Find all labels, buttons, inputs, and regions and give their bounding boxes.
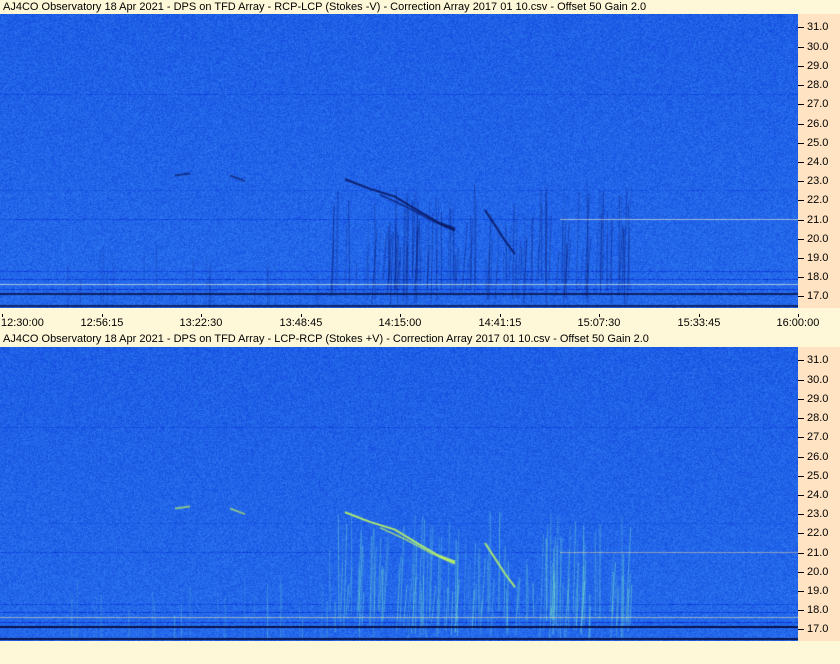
y-tick — [798, 610, 804, 611]
y-tick-label: 23.0 — [807, 508, 829, 520]
y-tick — [798, 399, 804, 400]
x-tick-label: 14:15:00 — [378, 317, 422, 329]
y-tick-label: 27.0 — [807, 431, 829, 443]
y-tick — [798, 380, 804, 381]
y-tick — [798, 591, 804, 592]
y-tick — [798, 629, 804, 630]
y-tick-label: 25.0 — [807, 137, 829, 149]
y-tick — [798, 239, 804, 240]
spectrogram-top — [0, 14, 798, 308]
y-tick-label: 31.0 — [807, 21, 829, 33]
y-tick — [798, 457, 804, 458]
y-tick-label: 28.0 — [807, 412, 829, 424]
y-tick-label: 27.0 — [807, 98, 829, 110]
y-tick — [798, 66, 804, 67]
y-tick-label: 31.0 — [807, 354, 829, 366]
y-tick — [798, 162, 804, 163]
y-tick-label: 19.0 — [807, 585, 829, 597]
y-tick — [798, 143, 804, 144]
y-tick — [798, 514, 804, 515]
y-tick — [798, 258, 804, 259]
y-tick — [798, 418, 804, 419]
y-tick — [798, 476, 804, 477]
x-tick-label: 13:48:45 — [279, 317, 323, 329]
x-tick-label: 16:00:00 — [776, 317, 820, 329]
y-tick — [798, 200, 804, 201]
frequency-axis-bottom: 31.0 30.0 29.0 28.0 27.0 26.0 25.0 24.0 23.0 22.0… — [798, 347, 840, 641]
y-tick — [798, 277, 804, 278]
y-tick — [798, 360, 804, 361]
y-tick-label: 29.0 — [807, 393, 829, 405]
y-tick — [798, 85, 804, 86]
x-tick-label: 12:30:00 — [1, 317, 44, 329]
y-tick-label: 22.0 — [807, 194, 829, 206]
y-tick — [798, 220, 804, 221]
y-tick-label: 21.0 — [807, 547, 829, 559]
y-tick-label: 18.0 — [807, 271, 829, 283]
panel-top-title: AJ4CO Observatory 18 Apr 2021 - DPS on T… — [3, 1, 647, 13]
y-tick-label: 22.0 — [807, 527, 829, 539]
panel-bottom-title: AJ4CO Observatory 18 Apr 2021 - DPS on T… — [3, 333, 649, 345]
y-tick-label: 26.0 — [807, 451, 829, 463]
y-tick-label: 30.0 — [807, 41, 829, 53]
y-tick-label: 26.0 — [807, 118, 829, 130]
y-tick — [798, 27, 804, 28]
y-tick — [798, 181, 804, 182]
time-axis: 12:30:00 12:56:15 13:22:30 13:48:45 14:15:00… — [0, 314, 840, 334]
x-tick-label: 15:33:45 — [677, 317, 721, 329]
y-tick-label: 24.0 — [807, 156, 829, 168]
y-tick-label: 18.0 — [807, 604, 829, 616]
x-tick-label: 14:41:15 — [478, 317, 522, 329]
y-tick-label: 24.0 — [807, 489, 829, 501]
y-tick — [798, 572, 804, 573]
x-tick-label: 13:22:30 — [179, 317, 223, 329]
y-tick-label: 28.0 — [807, 79, 829, 91]
y-tick-label: 20.0 — [807, 233, 829, 245]
y-tick-label: 17.0 — [807, 623, 829, 635]
y-tick — [798, 47, 804, 48]
y-tick-label: 30.0 — [807, 374, 829, 386]
y-tick — [798, 495, 804, 496]
y-tick-label: 29.0 — [807, 60, 829, 72]
y-tick — [798, 533, 804, 534]
frequency-axis-top: 31.0 30.0 29.0 28.0 27.0 26.0 25.0 24.0 23.0 22.0… — [798, 14, 840, 308]
y-tick — [798, 553, 804, 554]
x-tick-label: 12:56:15 — [80, 317, 124, 329]
spectrogram-top-canvas — [0, 14, 798, 308]
y-tick-label: 20.0 — [807, 566, 829, 578]
y-tick — [798, 296, 804, 297]
y-tick-label: 23.0 — [807, 175, 829, 187]
footer-strip — [0, 641, 840, 664]
y-tick-label: 21.0 — [807, 214, 829, 226]
y-tick — [798, 104, 804, 105]
y-tick — [798, 437, 804, 438]
spectrogram-bottom — [0, 347, 798, 641]
y-tick-label: 25.0 — [807, 470, 829, 482]
spectrogram-bottom-canvas — [0, 347, 798, 641]
y-tick-label: 17.0 — [807, 290, 829, 302]
y-tick — [798, 124, 804, 125]
x-tick-label: 15:07:30 — [577, 317, 621, 329]
y-tick-label: 19.0 — [807, 252, 829, 264]
